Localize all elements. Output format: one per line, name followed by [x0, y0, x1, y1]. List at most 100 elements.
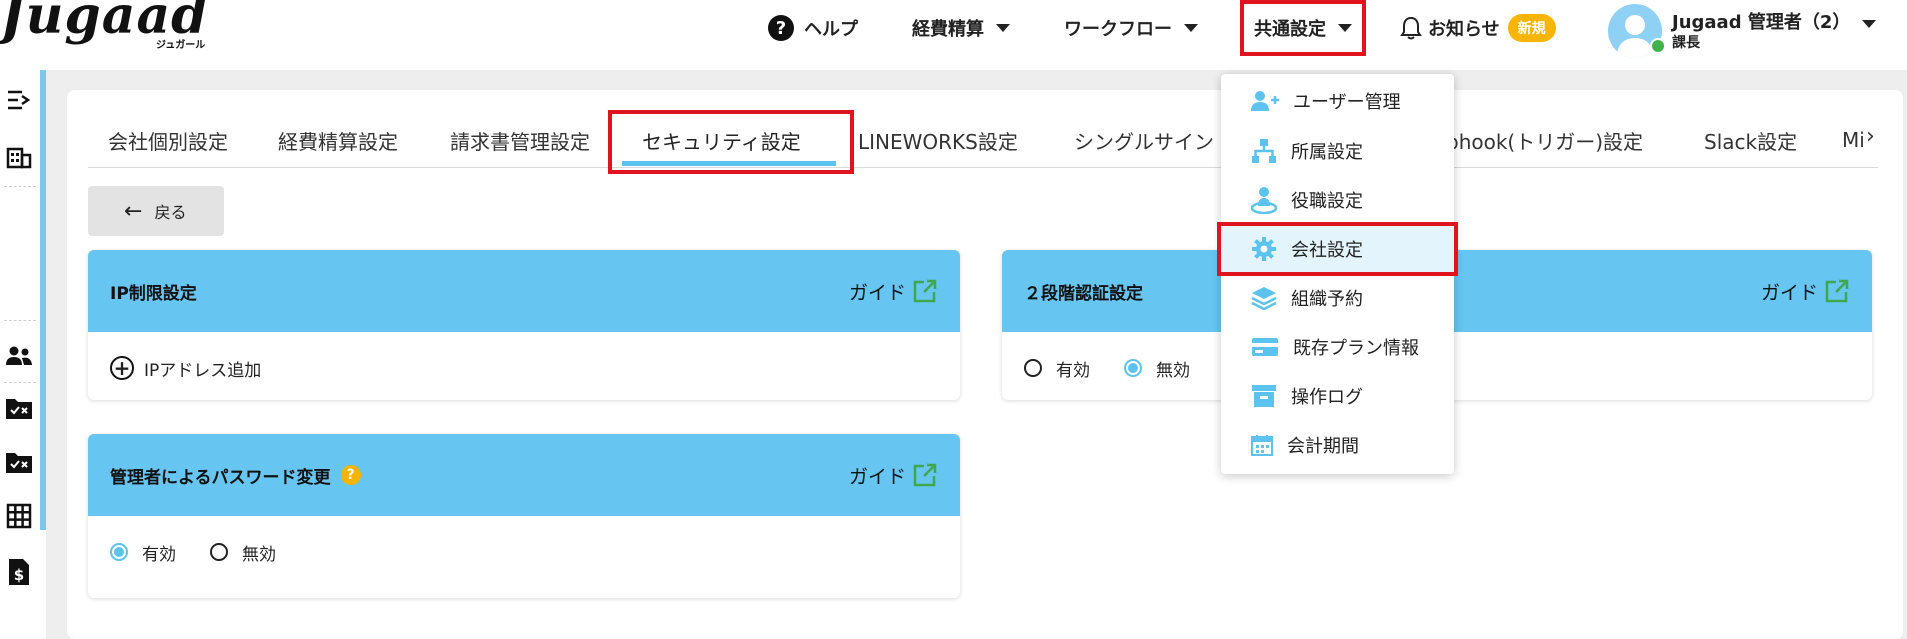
guide-link[interactable]: ガイド	[849, 278, 938, 305]
ip-restriction-card: IP制限設定 ガイド + IPアドレス追加	[88, 250, 960, 400]
online-status-dot	[1650, 38, 1666, 54]
two-factor-disable-option[interactable]: 無効	[1124, 356, 1190, 381]
help-label: ヘルプ	[804, 19, 858, 40]
user-add-icon	[1251, 91, 1279, 111]
tab-invoice-settings[interactable]: 請求書管理設定	[450, 112, 590, 168]
add-ip-label: IPアドレス追加	[144, 360, 262, 381]
users-group-icon[interactable]	[3, 340, 35, 372]
menu-item-label: 既存プラン情報	[1293, 338, 1419, 359]
menu-item-label: 役職設定	[1291, 191, 1363, 212]
menu-item-user-management[interactable]: ユーザー管理	[1221, 78, 1454, 124]
menu-item-company-settings[interactable]: 会社設定	[1217, 222, 1458, 276]
tab-company-individual[interactable]: 会社個別設定	[108, 112, 228, 168]
user-menu-caret-icon[interactable]	[1862, 20, 1876, 28]
notice-link[interactable]: お知らせ 新規	[1400, 8, 1556, 48]
radio-label: 有効	[142, 544, 176, 565]
back-button[interactable]: ← 戻る	[88, 186, 224, 236]
password-enable-option[interactable]: 有効	[110, 540, 176, 565]
admin-password-change-card: 管理者によるパスワード変更 ? ガイド 有効 無効	[88, 434, 960, 598]
tab-single-sign-on[interactable]: シングルサイン	[1074, 112, 1214, 168]
tab-expense-settings[interactable]: 経費精算設定	[278, 112, 398, 168]
password-disable-option[interactable]: 無効	[210, 540, 276, 565]
menu-item-label: 所属設定	[1291, 142, 1363, 163]
tab-webhook-settings[interactable]: bhook(トリガー)設定	[1446, 112, 1643, 168]
gear-icon	[1252, 237, 1276, 261]
add-ip-address-button[interactable]: + IPアドレス追加	[110, 356, 261, 381]
help-question-icon[interactable]: ?	[340, 465, 361, 485]
external-link-icon	[913, 279, 937, 303]
external-link-icon	[913, 463, 937, 487]
archive-icon	[1252, 385, 1276, 407]
menu-item-label: 会計期間	[1287, 436, 1359, 457]
external-link-icon	[1825, 279, 1849, 303]
card-body: 有効 無効	[88, 516, 960, 588]
expense-menu[interactable]: 経費精算	[912, 8, 1010, 48]
radio-button-selected[interactable]	[110, 543, 128, 561]
sidebar-divider	[4, 382, 36, 383]
common-settings-menu[interactable]: 共通設定	[1240, 0, 1366, 56]
help-icon: ?	[768, 15, 794, 41]
workflow-label: ワークフロー	[1064, 19, 1172, 40]
user-name: Jugaad 管理者（2）	[1672, 12, 1851, 33]
back-label: 戻る	[154, 203, 187, 222]
svg-text:$: $	[14, 566, 24, 584]
guide-label: ガイド	[848, 281, 906, 304]
table-grid-icon[interactable]	[3, 500, 35, 532]
menu-item-operation-log[interactable]: 操作ログ	[1221, 373, 1454, 419]
menu-item-label: 会社設定	[1291, 240, 1363, 261]
calendar-icon	[1251, 435, 1273, 456]
menu-item-accounting-period[interactable]: 会計期間	[1221, 422, 1454, 468]
user-role: 課長	[1672, 35, 1700, 51]
guide-link[interactable]: ガイド	[849, 462, 938, 489]
card-header: 管理者によるパスワード変更 ? ガイド	[88, 434, 960, 516]
caret-down-icon	[1184, 24, 1198, 32]
common-settings-dropdown: ユーザー管理 所属設定 役職設定 会社設定 組織予約 既存プラン情報 操作ログ …	[1217, 74, 1458, 474]
card-body: + IPアドレス追加	[88, 332, 960, 400]
menu-item-label: 組織予約	[1291, 289, 1363, 310]
card-header: IP制限設定 ガイド	[88, 250, 960, 332]
card-icon	[1252, 338, 1278, 356]
common-settings-label: 共通設定	[1254, 19, 1326, 40]
expense-label: 経費精算	[912, 19, 984, 40]
tabs-scroll-right-icon[interactable]: ›	[1866, 124, 1875, 149]
company-building-icon[interactable]	[3, 140, 35, 172]
logo[interactable]: Jugaad ジュガール	[0, 0, 209, 51]
card-title: ２段階認証設定	[1024, 283, 1143, 304]
notice-label: お知らせ	[1428, 19, 1500, 40]
two-factor-enable-option[interactable]: 有効	[1024, 356, 1090, 381]
menu-item-organization-reservation[interactable]: 組織予約	[1221, 275, 1454, 321]
invoice-dollar-icon[interactable]: $	[3, 556, 35, 588]
tab-more[interactable]: Mi	[1842, 112, 1865, 168]
folder-check-icon[interactable]	[3, 446, 35, 478]
sidebar-toggle-icon[interactable]	[3, 84, 35, 116]
caret-down-icon	[996, 24, 1010, 32]
sidebar-divider	[4, 186, 36, 187]
menu-item-label: ユーザー管理	[1293, 92, 1401, 113]
menu-item-existing-plan-info[interactable]: 既存プラン情報	[1221, 324, 1454, 370]
new-badge: 新規	[1507, 14, 1556, 42]
menu-item-label: 操作ログ	[1291, 387, 1363, 408]
card-title: 管理者によるパスワード変更 ?	[110, 463, 361, 488]
sidebar-divider	[4, 320, 36, 321]
tab-lineworks-settings[interactable]: LINEWORKS設定	[858, 112, 1018, 168]
position-icon	[1251, 187, 1277, 214]
radio-label: 無効	[1156, 360, 1190, 381]
org-tree-icon	[1252, 139, 1276, 163]
folder-check-icon[interactable]	[3, 392, 35, 424]
tab-slack-settings[interactable]: Slack設定	[1704, 112, 1797, 168]
guide-link[interactable]: ガイド	[1761, 278, 1850, 305]
menu-item-affiliation-settings[interactable]: 所属設定	[1221, 128, 1454, 174]
help-link[interactable]: ? ヘルプ	[768, 8, 858, 48]
radio-button[interactable]	[210, 543, 228, 561]
plus-circle-icon: +	[110, 356, 134, 380]
bell-icon	[1400, 16, 1422, 40]
arrow-left-icon: ←	[124, 198, 143, 224]
guide-label: ガイド	[848, 465, 906, 488]
guide-label: ガイド	[1760, 281, 1818, 304]
menu-item-position-settings[interactable]: 役職設定	[1221, 177, 1454, 223]
logo-subtext: ジュガール	[156, 40, 206, 51]
workflow-menu[interactable]: ワークフロー	[1064, 8, 1198, 48]
radio-button-selected[interactable]	[1124, 359, 1142, 377]
radio-button[interactable]	[1024, 359, 1042, 377]
radio-label: 有効	[1056, 360, 1090, 381]
